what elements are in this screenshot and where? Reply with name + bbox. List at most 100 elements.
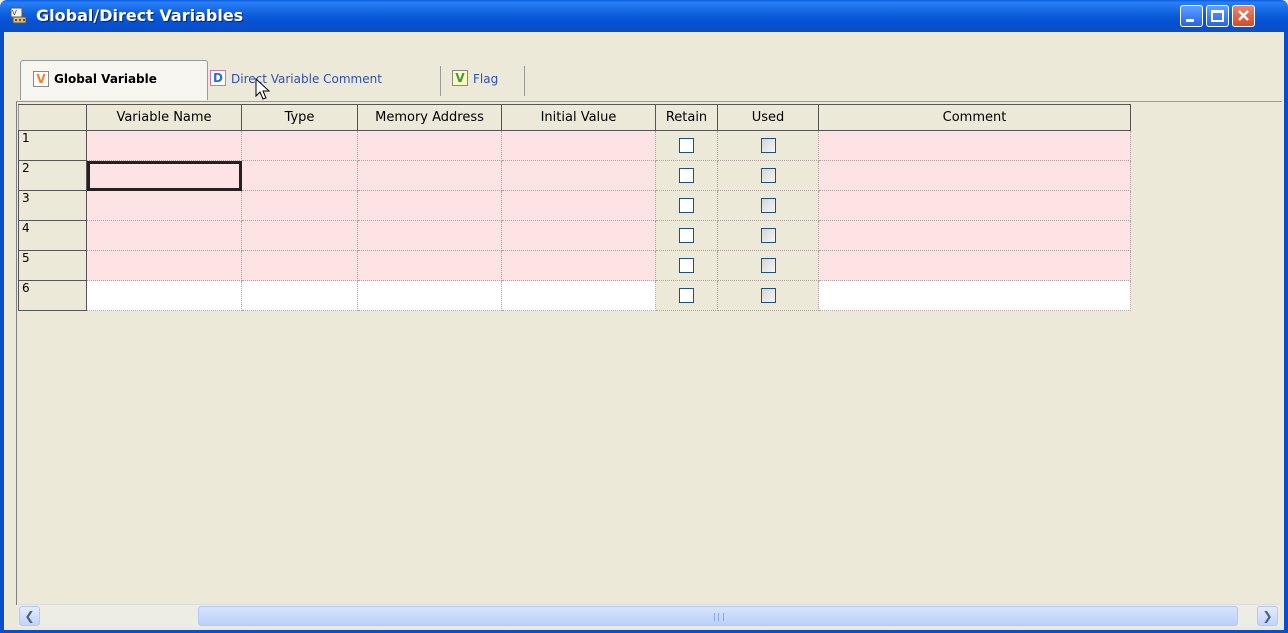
variable-name-cell[interactable]	[86, 220, 242, 251]
type-cell[interactable]	[241, 280, 358, 311]
maximize-button[interactable]	[1206, 5, 1229, 27]
title-bar[interactable]: V Global/Direct Variables	[0, 0, 1288, 32]
retain-checkbox[interactable]	[679, 288, 694, 303]
retain-checkbox[interactable]	[679, 228, 694, 243]
column-header-variable-name[interactable]: Variable Name	[86, 104, 242, 131]
retain-cell[interactable]	[655, 160, 718, 191]
row-header[interactable]: 3	[18, 190, 87, 221]
table-row: 2	[18, 160, 1131, 191]
comment-cell[interactable]	[818, 160, 1131, 191]
arrow-right-icon: ❯	[1262, 609, 1273, 623]
used-checkbox	[760, 138, 776, 153]
variable-name-cell[interactable]	[86, 130, 242, 161]
minimize-button[interactable]	[1180, 5, 1203, 27]
svg-text:V: V	[12, 9, 17, 17]
used-checkbox	[760, 288, 776, 303]
variable-grid-container: Variable Name Type Memory Address Initia…	[16, 101, 1282, 605]
retain-cell[interactable]	[655, 220, 718, 251]
table-row: 1	[18, 130, 1131, 161]
type-cell[interactable]	[241, 130, 358, 161]
row-header[interactable]: 1	[18, 130, 87, 161]
retain-cell[interactable]	[655, 190, 718, 221]
variable-grid: Variable Name Type Memory Address Initia…	[18, 104, 1131, 311]
table-row: 6	[18, 280, 1131, 311]
used-checkbox	[760, 228, 776, 243]
retain-cell[interactable]	[655, 250, 718, 281]
row-header[interactable]: 2	[18, 160, 87, 191]
horizontal-scrollbar[interactable]: ❮ ❯	[18, 604, 1280, 627]
scroll-right-button[interactable]: ❯	[1257, 606, 1278, 626]
column-header-initial-value[interactable]: Initial Value	[501, 104, 656, 131]
used-checkbox	[760, 198, 776, 213]
variable-name-cell[interactable]	[86, 280, 242, 311]
tab-separator	[524, 66, 525, 96]
initial-value-cell[interactable]	[501, 220, 656, 251]
scrollbar-grip	[714, 613, 724, 621]
initial-value-cell[interactable]	[501, 280, 656, 311]
tab-direct-variable-comment[interactable]: D Direct Variable Comment	[210, 62, 440, 98]
used-cell	[717, 190, 819, 221]
comment-cell[interactable]	[818, 220, 1131, 251]
type-cell[interactable]	[241, 190, 358, 221]
type-cell[interactable]	[241, 250, 358, 281]
comment-cell[interactable]	[818, 130, 1131, 161]
initial-value-cell[interactable]	[501, 250, 656, 281]
used-checkbox	[760, 168, 776, 183]
flag-tab-icon: V	[452, 70, 468, 86]
column-header-comment[interactable]: Comment	[818, 104, 1131, 131]
type-cell[interactable]	[241, 220, 358, 251]
comment-cell[interactable]	[818, 280, 1131, 311]
type-cell[interactable]	[241, 160, 358, 191]
retain-checkbox[interactable]	[679, 198, 694, 213]
close-button[interactable]	[1232, 5, 1255, 27]
used-cell	[717, 220, 819, 251]
comment-cell[interactable]	[818, 250, 1131, 281]
memory-address-cell[interactable]	[357, 280, 502, 311]
grid-header-row: Variable Name Type Memory Address Initia…	[18, 104, 1131, 131]
row-header[interactable]: 4	[18, 220, 87, 251]
retain-cell[interactable]	[655, 130, 718, 161]
retain-checkbox[interactable]	[679, 258, 694, 273]
column-header-used[interactable]: Used	[717, 104, 819, 131]
retain-checkbox[interactable]	[679, 138, 694, 153]
tab-label: Global Variable	[54, 72, 157, 86]
window-frame-right	[1284, 32, 1288, 633]
minimize-icon	[1186, 19, 1194, 22]
corner-header[interactable]	[18, 104, 87, 131]
comment-cell[interactable]	[818, 190, 1131, 221]
arrow-left-icon: ❮	[24, 609, 35, 623]
table-row: 4	[18, 220, 1131, 251]
memory-address-cell[interactable]	[357, 190, 502, 221]
global-direct-variables-window: V Global/Direct Variables V Global Varia…	[0, 0, 1288, 633]
variable-name-cell[interactable]	[86, 190, 242, 221]
used-cell	[717, 280, 819, 311]
global-variable-tab-icon: V	[33, 71, 49, 87]
close-icon	[1238, 10, 1249, 21]
initial-value-cell[interactable]	[501, 130, 656, 161]
column-header-retain[interactable]: Retain	[655, 104, 718, 131]
variable-name-cell-selected[interactable]	[86, 160, 242, 191]
tab-flag[interactable]: V Flag	[448, 62, 524, 98]
initial-value-cell[interactable]	[501, 190, 656, 221]
column-header-memory-address[interactable]: Memory Address	[357, 104, 502, 131]
scroll-left-button[interactable]: ❮	[19, 606, 40, 626]
retain-checkbox[interactable]	[679, 168, 694, 183]
column-header-type[interactable]: Type	[241, 104, 358, 131]
tab-label: Direct Variable Comment	[231, 72, 382, 86]
tab-global-variable[interactable]: V Global Variable	[20, 60, 208, 100]
tab-label: Flag	[473, 72, 499, 86]
memory-address-cell[interactable]	[357, 220, 502, 251]
row-header[interactable]: 5	[18, 250, 87, 281]
memory-address-cell[interactable]	[357, 160, 502, 191]
memory-address-cell[interactable]	[357, 130, 502, 161]
memory-address-cell[interactable]	[357, 250, 502, 281]
mouse-cursor-icon	[255, 78, 271, 100]
variable-name-cell[interactable]	[86, 250, 242, 281]
table-row: 5	[18, 250, 1131, 281]
initial-value-cell[interactable]	[501, 160, 656, 191]
row-header[interactable]: 6	[18, 280, 87, 311]
used-cell	[717, 250, 819, 281]
scrollbar-thumb[interactable]	[198, 606, 1238, 626]
retain-cell[interactable]	[655, 280, 718, 311]
used-cell	[717, 160, 819, 191]
